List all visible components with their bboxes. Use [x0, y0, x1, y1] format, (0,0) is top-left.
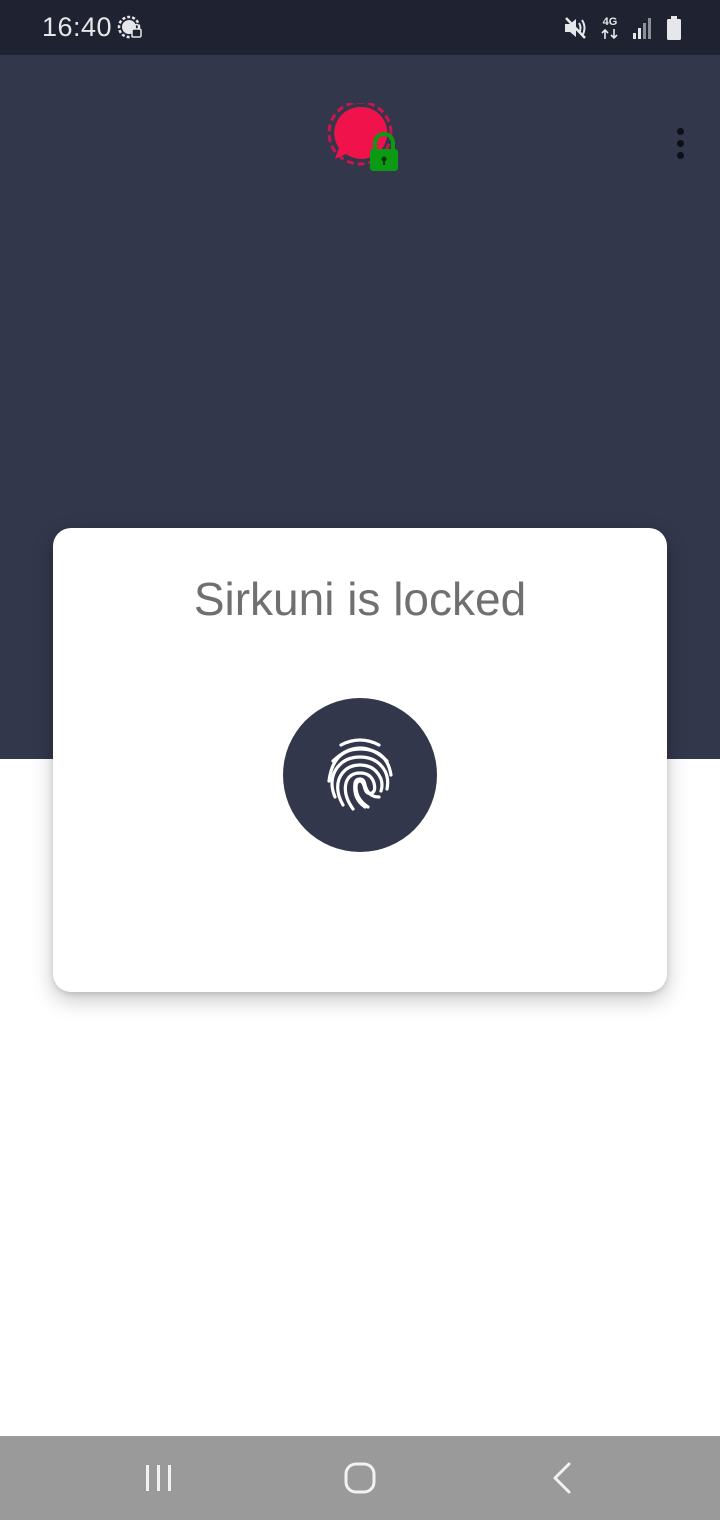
network-type-label: 4G — [602, 15, 618, 28]
back-icon — [553, 1462, 571, 1494]
signal-icon — [633, 18, 651, 39]
fingerprint-unlock-button[interactable] — [283, 698, 437, 852]
lock-screen: 16:40 4G Sirkuni is locked — [0, 0, 720, 1520]
recents-icon — [146, 1465, 171, 1491]
navigation-bar — [0, 1436, 720, 1520]
fingerprint-icon — [327, 738, 393, 811]
back-button[interactable] — [532, 1456, 592, 1500]
recents-button[interactable] — [129, 1456, 189, 1500]
chat-bubble-lock-icon — [327, 103, 398, 171]
battery-icon — [667, 16, 681, 40]
home-icon — [344, 1462, 376, 1494]
mute-icon — [565, 17, 586, 39]
status-time: 16:40 — [42, 12, 113, 42]
status-icons: 4G — [562, 13, 682, 43]
more-vertical-icon[interactable] — [662, 123, 698, 163]
network-4g-icon: 4G — [600, 15, 620, 40]
lock-card: Sirkuni is locked — [53, 528, 667, 992]
app-notification-icon — [117, 15, 142, 39]
lock-title: Sirkuni is locked — [193, 573, 527, 625]
status-bar: 16:40 4G — [0, 0, 720, 55]
home-button[interactable] — [330, 1456, 390, 1500]
